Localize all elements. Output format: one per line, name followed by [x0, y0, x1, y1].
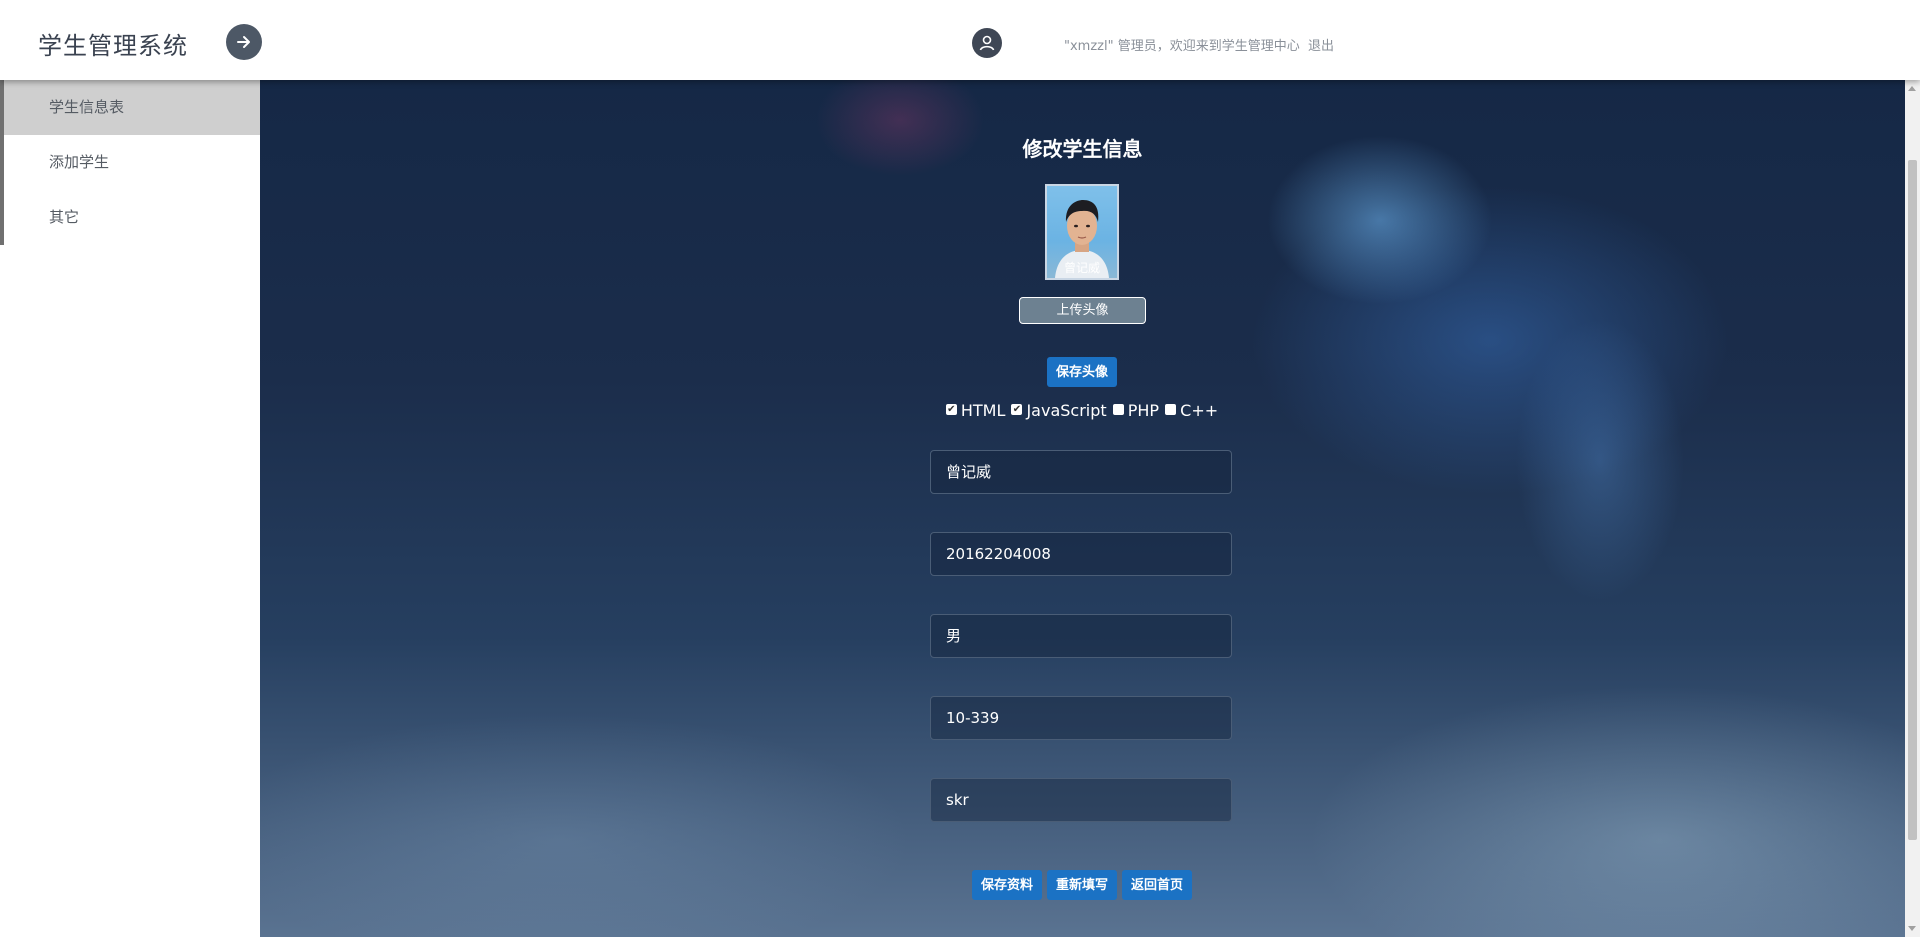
app-title: 学生管理系统 [38, 32, 188, 60]
logout-link[interactable]: 退出 [1308, 35, 1334, 54]
vertical-scrollbar[interactable] [1905, 80, 1920, 937]
photo-caption: 曾记威 [1063, 261, 1100, 275]
user-avatar[interactable] [972, 28, 1002, 58]
name-field[interactable]: 曾记威 [930, 450, 1232, 494]
php-checkbox[interactable] [1112, 404, 1124, 415]
save-avatar-button[interactable]: 保存头像 [1047, 357, 1117, 387]
page-title: 修改学生信息 [1022, 137, 1143, 161]
room-field[interactable]: 10-339 [930, 696, 1232, 740]
welcome-message: "xmzzl" 管理员，欢迎来到学生管理中心 [1064, 39, 1300, 54]
student-id-field[interactable]: 20162204008 [930, 532, 1232, 576]
reset-form-button[interactable]: 重新填写 [1047, 870, 1117, 900]
php-checkbox-label: PHP [1127, 401, 1160, 420]
back-home-button[interactable]: 返回首页 [1122, 870, 1192, 900]
scroll-up-icon[interactable] [1908, 86, 1916, 91]
skills-checkbox-group: ✔ HTML ✔ JavaScript PHP C++ [260, 401, 1905, 420]
save-profile-button[interactable]: 保存资料 [972, 870, 1042, 900]
user-icon [979, 35, 995, 51]
arrow-right-icon [237, 36, 250, 48]
note-field[interactable]: skr [930, 778, 1232, 822]
upload-avatar-button[interactable]: 上传头像 [1019, 297, 1146, 324]
sidebar-item-add-student[interactable]: 添加学生 [4, 135, 260, 190]
sidebar-item-student-table[interactable]: 学生信息表 [4, 80, 260, 135]
javascript-checkbox[interactable]: ✔ [1011, 404, 1023, 415]
sidebar-toggle-button[interactable] [226, 24, 262, 60]
cpp-checkbox[interactable] [1165, 404, 1177, 415]
html-checkbox-label: HTML [960, 401, 1006, 420]
sidebar-item-other[interactable]: 其它 [4, 190, 260, 245]
sidebar: 学生信息表 添加学生 其它 [0, 80, 260, 937]
cpp-checkbox-label: C++ [1180, 401, 1219, 420]
scroll-down-icon[interactable] [1908, 926, 1916, 931]
html-checkbox[interactable]: ✔ [945, 404, 957, 415]
top-header: 学生管理系统 "xmzzl" 管理员，欢迎来到学生管理中心 退出 [0, 0, 1920, 80]
main-content: 修改学生信息 曾记威 上传头像 保存头像 ✔ HTML ✔ JavaScript P… [260, 80, 1905, 937]
gender-field[interactable]: 男 [930, 614, 1232, 658]
javascript-checkbox-label: JavaScript [1026, 401, 1107, 420]
student-photo: 曾记威 [1045, 184, 1119, 280]
scrollbar-thumb[interactable] [1908, 160, 1917, 840]
